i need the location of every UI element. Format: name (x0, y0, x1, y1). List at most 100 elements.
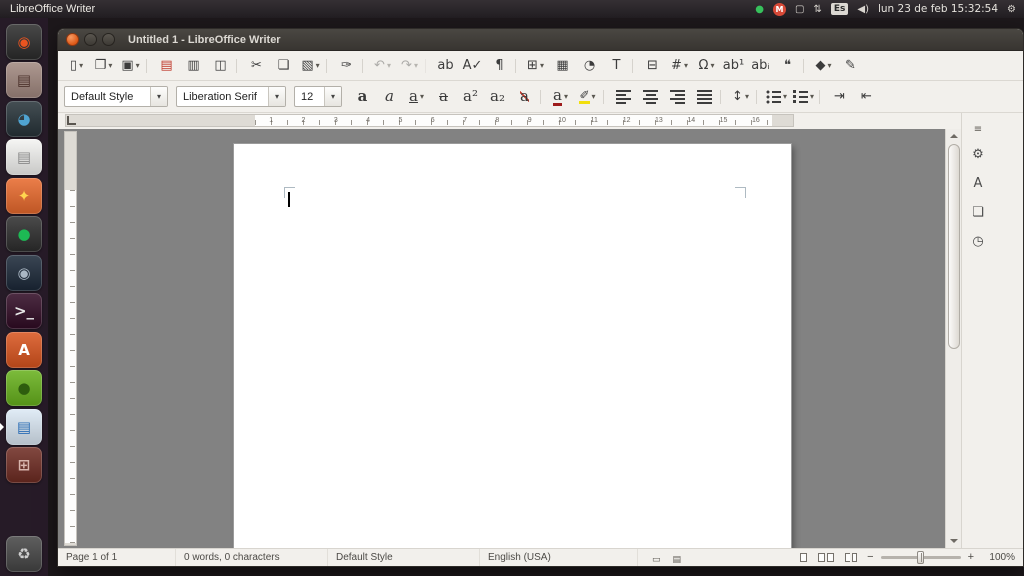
window-minimize-button[interactable] (84, 33, 97, 46)
libreoffice-writer-window: Untitled 1 - LibreOffice Writer ▯ ❐ ▣ ▤ … (57, 28, 1024, 567)
app-menu-title[interactable]: LibreOffice Writer (0, 3, 105, 15)
font-color-button[interactable]: a (548, 85, 573, 109)
launcher-terminal[interactable]: >_ (6, 293, 42, 329)
document-canvas[interactable] (58, 129, 945, 548)
clone-formatting-button[interactable]: ✑ (334, 54, 359, 78)
selection-mode-button[interactable]: ▭ (652, 550, 661, 565)
strikethrough-button[interactable]: a (431, 85, 456, 109)
word-count-status[interactable]: 0 words, 0 characters (176, 549, 328, 566)
view-single-page-button[interactable] (797, 550, 810, 566)
bullet-list-button[interactable] (764, 85, 789, 109)
scrollbar-up-icon[interactable] (946, 129, 961, 143)
launcher-workspace[interactable]: ⊞ (6, 447, 42, 483)
launcher-browser[interactable]: ◕ (6, 101, 42, 137)
sidebar-navigator-icon[interactable]: ◷ (966, 229, 990, 253)
horizontal-ruler[interactable]: 12345678910111213141516 (65, 114, 794, 127)
subscript-button[interactable]: a₂ (485, 85, 510, 109)
insert-comment-button[interactable]: ❝ (775, 54, 800, 78)
redo-button[interactable]: ↷ (397, 54, 422, 78)
formatting-marks-button[interactable]: ¶ (487, 54, 512, 78)
insert-field-button[interactable]: # (667, 54, 692, 78)
align-right-button[interactable] (665, 85, 690, 109)
chevron-down-icon[interactable]: ▾ (324, 87, 341, 106)
launcher-steam[interactable]: ◉ (6, 255, 42, 291)
launcher-libreoffice-writer[interactable]: ▤ (6, 409, 42, 445)
view-multiple-pages-button[interactable] (815, 550, 837, 566)
sidebar-settings-icon[interactable]: ≡ (969, 121, 987, 137)
launcher-document[interactable]: ▤ (6, 139, 42, 175)
font-size-combobox[interactable]: 12 ▾ (294, 86, 342, 107)
window-close-button[interactable] (66, 33, 79, 46)
document-modified-indicator[interactable]: ▤ (673, 550, 682, 565)
sidebar-properties-icon[interactable]: ⚙ (966, 142, 990, 166)
paste-button[interactable]: ▧ (298, 54, 323, 78)
chevron-down-icon[interactable]: ▾ (268, 87, 285, 106)
zoom-slider-thumb[interactable] (917, 551, 924, 564)
view-book-button[interactable] (842, 550, 860, 566)
zoom-slider[interactable] (881, 556, 961, 559)
vertical-scrollbar[interactable] (945, 129, 961, 548)
tab-stop-selector-icon[interactable] (67, 116, 76, 125)
align-left-button[interactable] (611, 85, 636, 109)
increase-indent-button[interactable]: ⇥ (827, 85, 852, 109)
cut-button[interactable]: ✂ (244, 54, 269, 78)
page-break-button[interactable]: ⊟ (640, 54, 665, 78)
launcher-spotify-green[interactable]: ● (6, 370, 42, 406)
sidebar-gallery-icon[interactable]: ❏ (966, 200, 990, 224)
copy-button[interactable]: ❏ (271, 54, 296, 78)
insert-endnote-button[interactable]: abᵢ (748, 54, 773, 78)
launcher-trash[interactable]: ♻ (6, 536, 42, 572)
window-maximize-button[interactable] (102, 33, 115, 46)
italic-button[interactable]: a (377, 85, 402, 109)
sidebar-styles-icon[interactable]: A (966, 171, 990, 195)
bold-button[interactable]: a (350, 85, 375, 109)
document-page[interactable] (234, 144, 791, 548)
zoom-level[interactable]: 100% (981, 552, 1015, 563)
new-document-button[interactable]: ▯ (64, 54, 89, 78)
paragraph-style-combobox[interactable]: Default Style ▾ (64, 86, 168, 107)
launcher-files[interactable]: ▤ (6, 62, 42, 98)
numbered-list-button[interactable] (791, 85, 816, 109)
launcher-dash-home[interactable]: ◉ (6, 24, 42, 60)
justify-button[interactable] (692, 85, 717, 109)
ruler-number: 1 (255, 115, 287, 126)
zoom-out-button[interactable]: − (865, 552, 875, 563)
special-character-button[interactable]: Ω (694, 54, 719, 78)
save-button[interactable]: ▣ (118, 54, 143, 78)
show-draw-functions-button[interactable]: ✎ (838, 54, 863, 78)
line-spacing-button[interactable]: ↕ (728, 85, 753, 109)
window-titlebar[interactable]: Untitled 1 - LibreOffice Writer (58, 29, 1023, 51)
spelling-button[interactable]: A✓ (460, 54, 485, 78)
print-preview-button[interactable]: ◫ (208, 54, 233, 78)
open-button[interactable]: ❐ (91, 54, 116, 78)
launcher-software-center[interactable]: ✦ (6, 178, 42, 214)
paragraph-style-status[interactable]: Default Style (328, 549, 480, 566)
language-status[interactable]: English (USA) (480, 549, 638, 566)
page-count-status[interactable]: Page 1 of 1 (58, 549, 176, 566)
clear-formatting-button[interactable]: a (512, 85, 537, 109)
insert-chart-button[interactable]: ◔ (577, 54, 602, 78)
highlight-color-button[interactable]: ✐ (575, 85, 600, 109)
launcher-libreoffice[interactable]: A (6, 332, 42, 368)
zoom-in-button[interactable]: + (966, 552, 976, 563)
underline-button[interactable]: a (404, 85, 429, 109)
insert-image-button[interactable]: ▦ (550, 54, 575, 78)
export-pdf-button[interactable]: ▤ (154, 54, 179, 78)
font-name-combobox[interactable]: Liberation Serif ▾ (176, 86, 286, 107)
insert-table-button[interactable]: ⊞ (523, 54, 548, 78)
find-replace-button[interactable]: ab (433, 54, 458, 78)
scrollbar-thumb[interactable] (948, 144, 960, 349)
scrollbar-down-icon[interactable] (946, 534, 961, 548)
decrease-indent-button[interactable]: ⇤ (854, 85, 879, 109)
align-center-button[interactable] (638, 85, 663, 109)
print-button[interactable]: ▥ (181, 54, 206, 78)
insert-textbox-button[interactable]: T (604, 54, 629, 78)
launcher-spotify[interactable]: ● (6, 216, 42, 252)
insert-footnote-button[interactable]: ab¹ (721, 54, 746, 78)
undo-button[interactable]: ↶ (370, 54, 395, 78)
insert-shapes-button[interactable]: ◆ (811, 54, 836, 78)
vertical-ruler[interactable] (64, 131, 77, 546)
superscript-button[interactable]: a² (458, 85, 483, 109)
ruler-number: 8 (481, 115, 513, 126)
chevron-down-icon[interactable]: ▾ (150, 87, 167, 106)
